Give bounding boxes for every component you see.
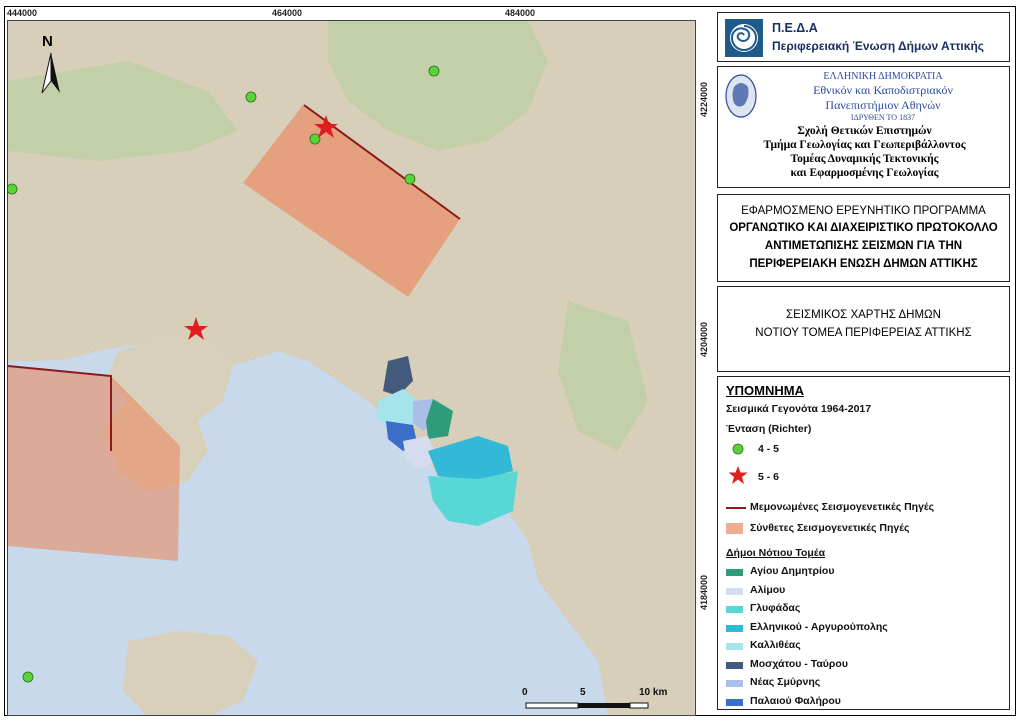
map-title-panel: ΣΕΙΣΜΙΚΟΣ ΧΑΡΤΗΣ ΔΗΜΩΝ ΝΟΤΙΟΥ ΤΟΜΕΑ ΠΕΡΙ… bbox=[717, 286, 1010, 372]
peda-header-panel: Π.Ε.Δ.Α Περιφερειακή Ένωση Δήμων Αττικής bbox=[717, 12, 1010, 62]
legend-municipality-swatch bbox=[726, 606, 743, 613]
event-magnitude-4-5 bbox=[428, 65, 440, 77]
legend-municipality-label: Νέας Σμύρνης bbox=[750, 676, 821, 688]
legend-municipality-swatch bbox=[726, 661, 743, 669]
peda-full-title: Περιφερειακή Ένωση Δήμων Αττικής bbox=[772, 39, 985, 53]
university-name-line2: Πανεπιστήμιον Αθηνών bbox=[825, 98, 941, 112]
event-magnitude-4-5 bbox=[404, 173, 416, 185]
university-name-line1: Εθνικόν και Καποδιστριακόν bbox=[813, 83, 953, 97]
legend-municipality-label: Καλλιθέας bbox=[750, 639, 801, 651]
university-panel: ΕΛΛΗΝΙΚΗ ΔΗΜΟΚΡΑΤΙΑ Εθνικόν και Καποδιστ… bbox=[717, 66, 1010, 188]
program-line-3: ΑΝΤΙΜΕΤΩΠΙΣΗΣ ΣΕΙΣΜΩΝ ΓΙΑ ΤΗΝ bbox=[764, 240, 963, 252]
legend-class-4-5: 4 - 5 bbox=[758, 443, 780, 455]
legend-composite-sources: Σύνθετες Σεισμογενετικές Πηγές bbox=[750, 522, 910, 534]
map-svg bbox=[8, 21, 695, 715]
legend-circle-icon bbox=[732, 443, 744, 455]
scale-bar bbox=[525, 702, 649, 709]
scale-label-5: 5 bbox=[580, 687, 586, 698]
sector-name-2: και Εφαρμοσμένης Γεωλογίας bbox=[790, 167, 939, 179]
x-tick-label: 484000 bbox=[505, 8, 536, 18]
legend-municipality-swatch bbox=[726, 587, 743, 595]
legend-municipality-label: Ελληνικού - Αργυρούπολης bbox=[750, 620, 888, 633]
north-label: N bbox=[42, 33, 53, 50]
program-panel: ΕΦΑΡΜΟΣΜΕΝΟ ΕΡΕΥΝΗΤΙΚΟ ΠΡΟΓΡΑΜΜΑ ΟΡΓΑΝΩΤ… bbox=[717, 194, 1010, 282]
republic-text: ΕΛΛΗΝΙΚΗ ΔΗΜΟΚΡΑΤΙΑ bbox=[823, 71, 943, 82]
school-name: Σχολή Θετικών Επιστημών bbox=[797, 125, 932, 137]
legend-star-icon bbox=[728, 466, 748, 484]
y-tick-label: 4224000 bbox=[699, 82, 709, 118]
legend-single-sources: Μεμονωμένες Σεισμογενετικές Πηγές bbox=[750, 501, 935, 513]
legend-title: ΥΠΟΜΝΗΜΑ bbox=[726, 383, 804, 398]
founded-text: ΙΔΡΥΘΕΝ ΤΟ 1837 bbox=[850, 113, 916, 122]
legend-intensity-label: Ένταση (Richter) bbox=[726, 423, 812, 435]
legend-class-5-6: 5 - 6 bbox=[758, 471, 780, 483]
peda-short-title: Π.Ε.Δ.Α bbox=[772, 21, 818, 35]
map-title-line-2: ΝΟΤΙΟΥ ΤΟΜΕΑ ΠΕΡΙΦΕΡΕΙΑΣ ΑΤΤΙΚΗΣ bbox=[755, 327, 972, 339]
legend-panel: ΥΠΟΜΝΗΜΑ Σεισμικά Γεγονότα 1964-2017 Έντ… bbox=[717, 376, 1010, 710]
legend-municipality-swatch bbox=[726, 680, 743, 687]
department-name: Τμήμα Γεωλογίας και Γεωπεριβάλλοντος bbox=[763, 139, 966, 151]
event-magnitude-4-5 bbox=[22, 671, 34, 683]
map-canvas[interactable]: N 0 5 10 km bbox=[7, 20, 696, 716]
legend-municipality-swatch bbox=[726, 643, 743, 650]
program-line-4: ΠΕΡΙΦΕΡΕΙΑΚΗ ΕΝΩΣΗ ΔΗΜΩΝ ΑΤΤΙΚΗΣ bbox=[749, 258, 978, 270]
legend-fault-line-swatch bbox=[726, 507, 746, 509]
program-title: ΕΦΑΡΜΟΣΜΕΝΟ ΕΡΕΥΝΗΤΙΚΟ ΠΡΟΓΡΑΜΜΑ bbox=[741, 205, 986, 217]
scale-label-10: 10 km bbox=[639, 687, 668, 698]
scale-label-0: 0 bbox=[522, 687, 528, 698]
program-line-2: ΟΡΓΑΝΩΤΙΚΟ ΚΑΙ ΔΙΑΧΕΙΡΙΣΤΙΚΟ ΠΡΩΤΟΚΟΛΛΟ bbox=[729, 222, 998, 234]
legend-municipality-label: Παλαιού Φαλήρου bbox=[750, 694, 841, 707]
x-tick-label: 464000 bbox=[272, 8, 303, 18]
x-tick-label: 444000 bbox=[7, 8, 38, 18]
legend-municipality-swatch bbox=[726, 569, 743, 576]
legend-municipality-label: Γλυφάδας bbox=[750, 602, 801, 614]
map-title-line-1: ΣΕΙΣΜΙΚΟΣ ΧΑΡΤΗΣ ΔΗΜΩΝ bbox=[786, 309, 941, 321]
event-magnitude-4-5 bbox=[245, 91, 257, 103]
event-magnitude-4-5 bbox=[309, 133, 321, 145]
peda-logo-icon bbox=[725, 19, 763, 57]
legend-municipality-label: Μοσχάτου - Ταύρου bbox=[750, 657, 848, 670]
legend-municipality-label: Αγίου Δημητρίου bbox=[750, 565, 835, 577]
university-seal-icon bbox=[725, 74, 757, 118]
legend-composite-swatch bbox=[726, 523, 743, 534]
legend-events-title: Σεισμικά Γεγονότα 1964-2017 bbox=[726, 403, 872, 415]
legend-municipality-swatch bbox=[726, 624, 743, 632]
event-magnitude-4-5 bbox=[8, 183, 18, 195]
y-tick-label: 4204000 bbox=[699, 322, 709, 358]
y-tick-label: 4184000 bbox=[699, 575, 709, 611]
legend-municipality-swatch bbox=[726, 698, 743, 706]
legend-municipality-label: Αλίμου bbox=[750, 583, 786, 596]
sector-name-1: Τομέας Δυναμικής Τεκτονικής bbox=[790, 153, 939, 165]
legend-municipalities-title: Δήμοι Νότιου Τομέα bbox=[726, 547, 826, 559]
